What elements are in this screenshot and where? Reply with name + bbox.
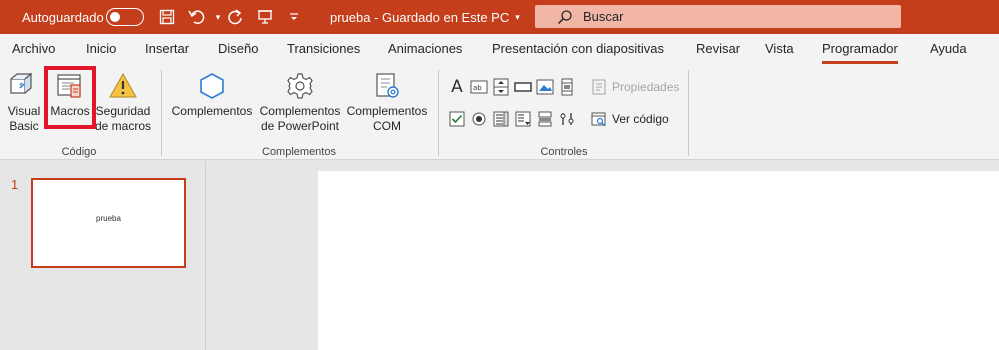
group-label-codigo: Código xyxy=(61,146,97,158)
visual-basic-label-1: Visual xyxy=(7,104,41,118)
group-label-controles: Controles xyxy=(540,146,588,158)
com-addins-label-2: COM xyxy=(373,119,401,133)
ppt-addins-label-2: de PowerPoint xyxy=(260,119,340,133)
option-button-icon[interactable] xyxy=(470,110,488,128)
command-button-icon[interactable] xyxy=(514,78,532,96)
autosave-label: Autoguardado xyxy=(22,9,104,25)
ppt-addins-label-1: Complementos xyxy=(259,104,341,118)
properties-button[interactable]: Propiedades xyxy=(590,78,679,96)
slide-canvas[interactable] xyxy=(318,171,999,350)
search-box[interactable]: Buscar xyxy=(535,5,901,28)
image-control-icon[interactable] xyxy=(536,78,554,96)
tab-inicio[interactable]: Inicio xyxy=(86,41,116,56)
tab-programador[interactable]: Programador xyxy=(822,41,898,64)
svg-text:ab: ab xyxy=(473,84,482,92)
addins-label: Complementos xyxy=(171,104,253,118)
label-control-icon[interactable]: A xyxy=(448,77,466,97)
autosave-toggle[interactable] xyxy=(106,8,144,26)
spin-button-icon[interactable] xyxy=(492,78,510,96)
ribbon-divider xyxy=(161,70,162,156)
redo-icon[interactable] xyxy=(224,0,246,34)
tab-archivo[interactable]: Archivo xyxy=(12,41,55,56)
more-controls-icon[interactable] xyxy=(558,110,576,128)
listbox-control-icon[interactable] xyxy=(492,110,510,128)
macro-security-button[interactable]: Seguridad de macros xyxy=(94,68,152,134)
addins-button[interactable]: Complementos xyxy=(168,68,256,119)
toggle-knob xyxy=(110,12,120,22)
undo-icon[interactable] xyxy=(186,0,208,34)
visual-basic-label-2: Basic xyxy=(9,119,39,133)
properties-icon xyxy=(590,78,608,96)
macro-security-label-2: de macros xyxy=(94,119,152,133)
tab-ayuda[interactable]: Ayuda xyxy=(930,41,967,56)
tab-diseno[interactable]: Diseño xyxy=(218,41,258,56)
warning-icon xyxy=(108,68,138,104)
scrollbar-control-icon[interactable] xyxy=(558,78,576,96)
slide-thumbnail[interactable]: prueba xyxy=(31,178,186,268)
gear-icon xyxy=(285,68,315,104)
present-icon[interactable] xyxy=(254,0,276,34)
save-icon[interactable] xyxy=(156,0,178,34)
macros-highlight-box xyxy=(44,66,96,129)
group-label-complementos: Complementos xyxy=(262,146,336,158)
hexagon-icon xyxy=(197,68,227,104)
tab-revisar[interactable]: Revisar xyxy=(696,41,740,56)
document-title[interactable]: prueba - Guardado en Este PC ▾ xyxy=(330,0,520,34)
ppt-addins-button[interactable]: Complementos de PowerPoint xyxy=(256,68,344,134)
tab-transiciones[interactable]: Transiciones xyxy=(287,41,360,56)
customize-icon[interactable] xyxy=(283,0,305,34)
search-placeholder: Buscar xyxy=(583,9,624,24)
combobox-control-icon[interactable] xyxy=(514,110,532,128)
tab-vista[interactable]: Vista xyxy=(765,41,794,56)
tab-insertar[interactable]: Insertar xyxy=(145,41,189,56)
slide-thumbnail-title: prueba xyxy=(96,214,121,223)
ribbon-tabs: Archivo Inicio Insertar Diseño Transicio… xyxy=(0,34,999,64)
ribbon-divider xyxy=(688,70,689,156)
title-bar: Autoguardado ▾ prueba - Guardado en Este… xyxy=(0,0,999,34)
view-code-label: Ver código xyxy=(612,112,669,126)
ribbon: Visual Basic Macros Seguridad de macros … xyxy=(0,64,999,160)
ribbon-divider xyxy=(438,70,439,156)
tab-presentacion[interactable]: Presentación con diapositivas xyxy=(492,41,664,56)
document-title-text: prueba - Guardado en Este PC xyxy=(330,9,510,25)
com-addins-label-1: Complementos xyxy=(346,104,428,118)
properties-label: Propiedades xyxy=(612,80,680,94)
view-code-icon xyxy=(590,110,608,128)
slide-number: 1 xyxy=(11,177,19,192)
search-icon xyxy=(557,9,579,25)
tab-animaciones[interactable]: Animaciones xyxy=(388,41,462,56)
view-code-button[interactable]: Ver código xyxy=(590,110,669,128)
visual-basic-icon xyxy=(8,68,40,104)
macro-security-label-1: Seguridad xyxy=(95,104,151,118)
chevron-down-icon: ▾ xyxy=(515,11,520,22)
visual-basic-button[interactable]: Visual Basic xyxy=(4,68,44,134)
textbox-control-icon[interactable]: ab xyxy=(470,78,488,96)
com-addins-button[interactable]: Complementos COM xyxy=(344,68,430,134)
com-addins-icon xyxy=(372,68,402,104)
checkbox-control-icon[interactable] xyxy=(448,110,466,128)
toggle-button-icon[interactable] xyxy=(536,110,554,128)
